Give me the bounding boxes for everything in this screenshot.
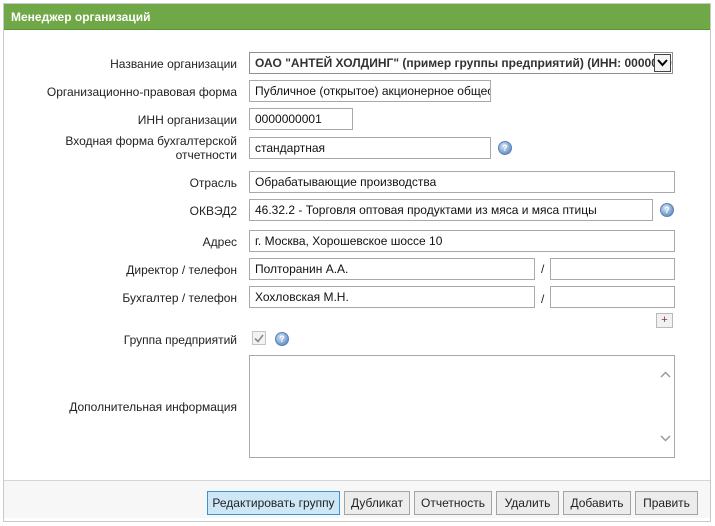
duplicate-button[interactable]: Дубликат xyxy=(344,491,410,515)
inn-field[interactable]: 0000000001 xyxy=(249,108,353,130)
okved-label: ОКВЭД2 xyxy=(189,204,237,218)
okved-field[interactable]: 46.32.2 - Торговля оптовая продуктами из… xyxy=(249,199,653,221)
inn-label: ИНН организации xyxy=(137,113,237,127)
director-name-field[interactable]: Полторанин А.А. xyxy=(249,258,535,280)
scroll-up-icon[interactable] xyxy=(657,368,674,382)
chevron-down-icon[interactable] xyxy=(654,54,671,72)
help-icon[interactable]: ? xyxy=(275,332,289,346)
checkmark-icon xyxy=(254,334,264,343)
add-contact-button[interactable]: + xyxy=(656,313,673,328)
legal-form-field[interactable]: Публичное (открытое) акционерное обществ… xyxy=(249,80,491,102)
window-title: Менеджер организаций xyxy=(4,4,710,30)
reporting-form-label: Входная форма бухгалтерской отчетности xyxy=(65,134,237,162)
reporting-button[interactable]: Отчетность xyxy=(414,491,492,515)
help-icon[interactable]: ? xyxy=(660,203,674,217)
accountant-label: Бухгалтер / телефон xyxy=(122,291,237,305)
group-checkbox[interactable] xyxy=(252,331,266,345)
address-label: Адрес xyxy=(202,235,237,249)
director-phone-field[interactable] xyxy=(550,258,675,280)
address-field[interactable]: г. Москва, Хорошевское шоссе 10 xyxy=(249,230,675,252)
legal-form-label: Организационно-правовая форма xyxy=(46,85,237,99)
additional-info-textarea[interactable] xyxy=(249,355,675,458)
accountant-separator: / xyxy=(541,292,545,306)
textarea-scrollbar[interactable] xyxy=(657,356,674,457)
help-icon[interactable]: ? xyxy=(498,141,512,155)
edit-group-button[interactable]: Редактировать группу xyxy=(207,491,340,515)
industry-field[interactable]: Обрабатывающие производства xyxy=(249,171,675,193)
accountant-name-field[interactable]: Хохловская М.Н. xyxy=(249,286,535,308)
accountant-phone-field[interactable] xyxy=(550,286,675,308)
add-button[interactable]: Добавить xyxy=(563,491,631,515)
scroll-down-icon[interactable] xyxy=(657,431,674,445)
additional-info-label: Дополнительная информация xyxy=(69,400,237,414)
delete-button[interactable]: Удалить xyxy=(496,491,559,515)
org-name-label: Название организации xyxy=(110,57,237,71)
org-name-select[interactable]: ОАО "АНТЕЙ ХОЛДИНГ" (пример группы предп… xyxy=(249,52,673,74)
director-separator: / xyxy=(541,262,545,276)
reporting-form-field[interactable]: стандартная xyxy=(249,137,491,159)
industry-label: Отрасль xyxy=(189,176,237,190)
group-label: Группа предприятий xyxy=(123,333,237,347)
director-label: Директор / телефон xyxy=(126,263,237,277)
edit-button[interactable]: Править xyxy=(635,491,698,515)
org-name-value: ОАО "АНТЕЙ ХОЛДИНГ" (пример группы предп… xyxy=(255,56,673,70)
